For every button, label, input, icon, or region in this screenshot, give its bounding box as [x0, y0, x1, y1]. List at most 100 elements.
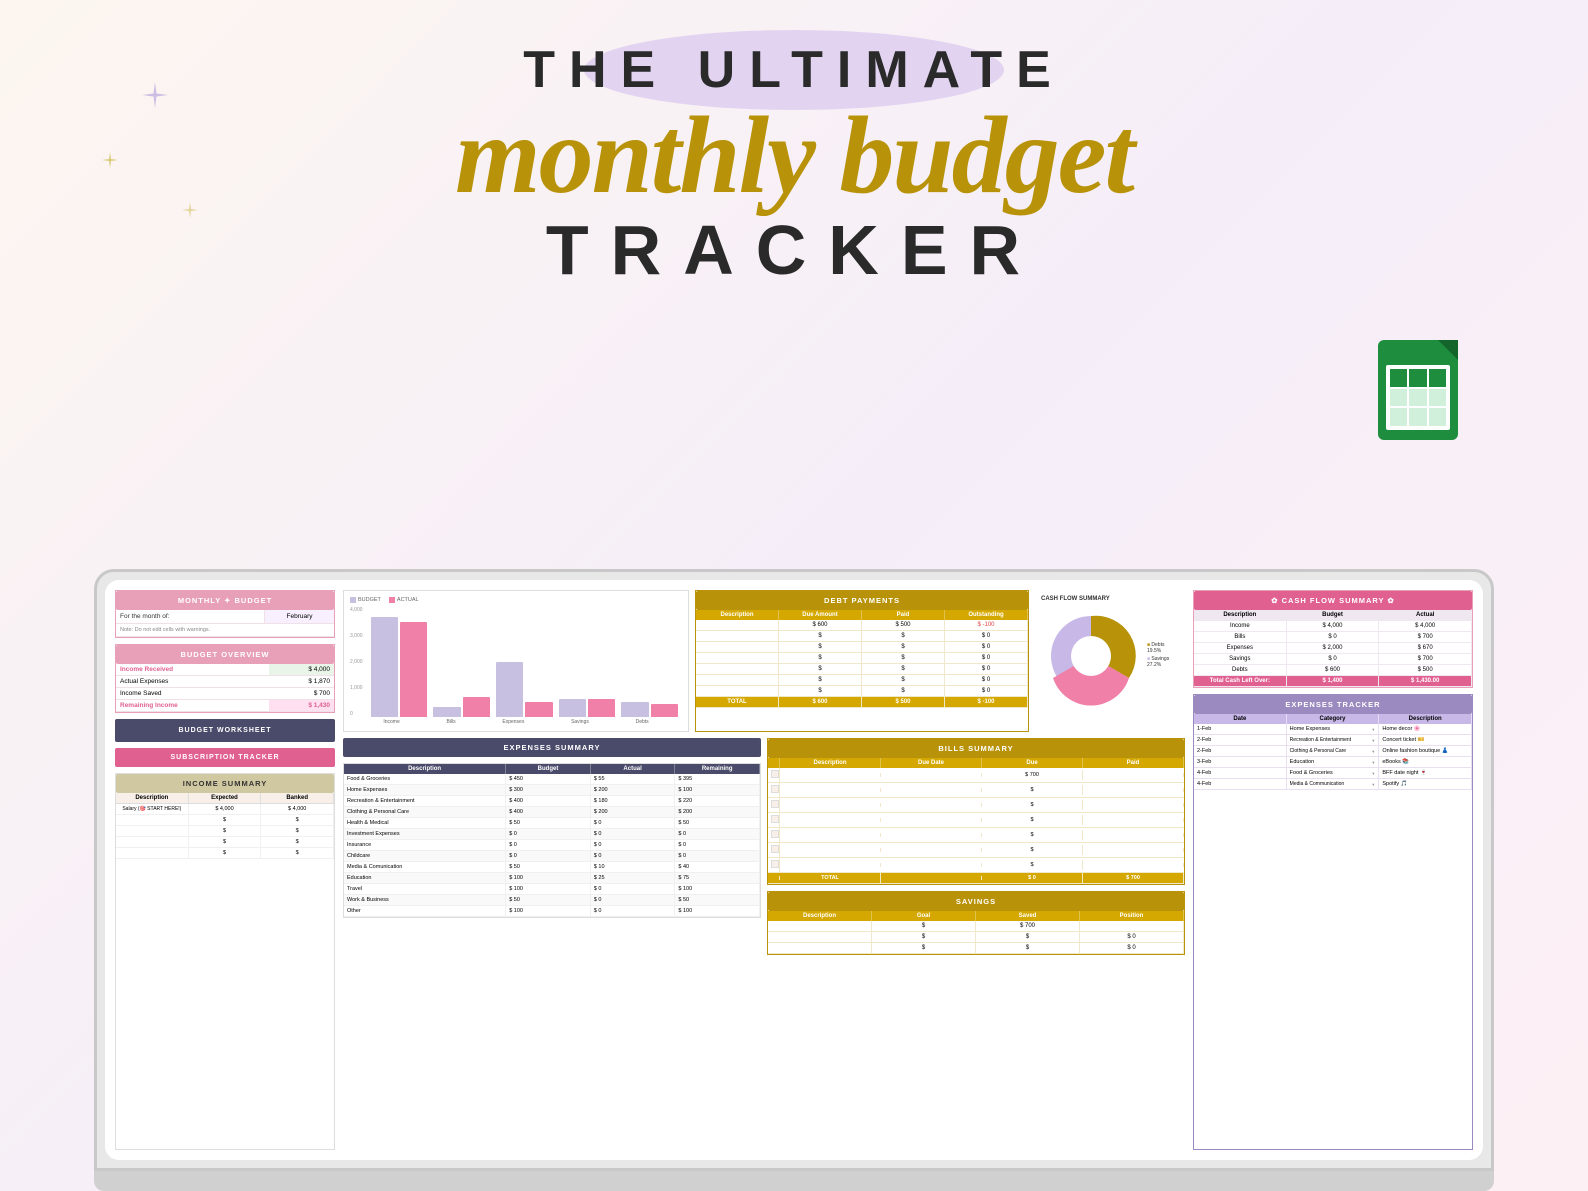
is-r5-desc	[116, 848, 189, 858]
checkbox-7[interactable]	[771, 860, 779, 868]
sav-r3-goal: $	[872, 943, 976, 953]
bills-r7-duedate	[881, 863, 982, 867]
cf-bills-desc: Bills	[1194, 632, 1287, 642]
es-r3-remaining: $ 220	[675, 796, 760, 806]
es-r9-actual: $ 10	[591, 862, 676, 872]
checkbox-5[interactable]	[771, 830, 779, 838]
debt-row-6: $ $ $ 0	[696, 675, 1028, 686]
es-col-desc: Description	[344, 764, 506, 774]
expenses-summary-header: EXPENSES SUMMARY	[343, 738, 761, 757]
es-r2-desc: Home Expenses	[344, 785, 506, 795]
saved-value: $ 700	[269, 688, 334, 699]
et-col-date: Date	[1194, 714, 1287, 724]
es-row-2: Home Expenses $ 300 $ 200 $ 100	[344, 785, 760, 796]
bar-income	[371, 617, 428, 717]
et-r1-date: 1-Feb	[1194, 724, 1287, 734]
et-r4-cat-value: Education	[1290, 759, 1371, 765]
es-row-1: Food & Groceries $ 450 $ 55 $ 395	[344, 774, 760, 785]
dropdown-arrow-4[interactable]: ▼	[1371, 760, 1375, 765]
debt-r5-desc	[696, 664, 779, 674]
es-r4-desc: Clothing & Personal Care	[344, 807, 506, 817]
et-r4-category: Education ▼	[1287, 757, 1380, 767]
es-r9-budget: $ 50	[506, 862, 591, 872]
es-r6-actual: $ 0	[591, 829, 676, 839]
bills-col-desc: Description	[780, 758, 881, 768]
month-value[interactable]: February	[264, 610, 334, 623]
is-r4-banked: $	[261, 837, 334, 847]
es-col-actual: Actual	[591, 764, 676, 774]
budget-overview-section: BUDGET OVERVIEW Income Received $ 4,000 …	[115, 644, 335, 713]
sav-r2-saved: $	[976, 932, 1080, 942]
es-row-9: Media & Comunication $ 50 $ 10 $ 40	[344, 862, 760, 873]
cf-savings-budget: $ 0	[1287, 654, 1380, 664]
checkbox-4[interactable]	[771, 815, 779, 823]
pie-labels: ■ Debts19.5% ■ Savings27.2%	[1147, 642, 1169, 670]
bills-row-5: $	[768, 828, 1184, 843]
checkbox-2[interactable]	[771, 785, 779, 793]
es-r8-remaining: $ 0	[675, 851, 760, 861]
es-r13-budget: $ 100	[506, 906, 591, 916]
bills-r4-desc	[780, 818, 881, 822]
et-r6-date: 4-Feb	[1194, 779, 1287, 789]
is-r3-banked: $	[261, 826, 334, 836]
et-r6-cat-value: Media & Communication	[1290, 781, 1371, 787]
hero-section: THE ULTIMATE monthly budget TRACKER	[0, 40, 1588, 290]
debt-payments-header: DEBT PAYMENTS	[696, 591, 1028, 610]
es-r2-budget: $ 300	[506, 785, 591, 795]
bo-row-1: Income Received $ 4,000	[116, 664, 334, 676]
sav-r1-goal: $	[872, 921, 976, 931]
es-row-4: Clothing & Personal Care $ 400 $ 200 $ 2…	[344, 807, 760, 818]
dropdown-arrow-2[interactable]: ▼	[1371, 738, 1375, 743]
debt-r7-paid: $	[862, 686, 945, 696]
es-r2-remaining: $ 100	[675, 785, 760, 795]
subscription-tracker-button[interactable]: SUBSCRIPTION TRACKER	[115, 748, 335, 767]
dropdown-arrow-1[interactable]: ▼	[1371, 727, 1375, 732]
es-r8-budget: $ 0	[506, 851, 591, 861]
month-label: For the month of:	[116, 610, 264, 623]
expenses-summary-table: Description Budget Actual Remaining Food…	[343, 763, 761, 918]
checkbox-3[interactable]	[771, 800, 779, 808]
cf-income-actual: $ 4,000	[1379, 621, 1472, 631]
es-r6-budget: $ 0	[506, 829, 591, 839]
pie-chart-svg	[1041, 606, 1141, 706]
dropdown-arrow-3[interactable]: ▼	[1371, 749, 1375, 754]
is-r2-banked: $	[261, 815, 334, 825]
es-col-remaining: Remaining	[675, 764, 760, 774]
sav-col-goal: Goal	[872, 911, 976, 921]
bills-summary-section: BILLS SUMMARY Description Due Date Due P…	[767, 738, 1185, 885]
bills-summary-header: BILLS SUMMARY	[768, 739, 1184, 758]
et-r5-date: 4-Feb	[1194, 768, 1287, 778]
debt-total-outstanding: $ -100	[945, 697, 1028, 707]
bills-col-duedate: Due Date	[881, 758, 982, 768]
monthly-budget-section: MONTHLY ✦ BUDGET For the month of: Febru…	[115, 590, 335, 638]
bar-savings-actual	[588, 699, 615, 717]
et-r5-cat-cell: Food & Groceries ▼	[1290, 770, 1376, 776]
legend-actual-label: ACTUAL	[397, 597, 419, 603]
checkbox-6[interactable]	[771, 845, 779, 853]
es-header: Description Budget Actual Remaining	[344, 764, 760, 774]
bar-bills-actual	[463, 697, 490, 717]
et-r3-desc: Online fashion boutique 👗	[1379, 746, 1472, 756]
debt-payments-section: DEBT PAYMENTS Description Due Amount Pai…	[695, 590, 1029, 732]
dropdown-arrow-6[interactable]: ▼	[1371, 782, 1375, 787]
bills-r5-desc	[780, 833, 881, 837]
es-r5-actual: $ 0	[591, 818, 676, 828]
cf-col-budget: Budget	[1287, 610, 1380, 620]
debt-r1-paid: $ 500	[862, 620, 945, 630]
es-r1-actual: $ 55	[591, 774, 676, 784]
is-salary-banked: $ 4,000	[261, 804, 334, 814]
is-row-5: $ $	[116, 848, 334, 859]
et-r1-category: Home Expenses ▼	[1287, 724, 1380, 734]
debt-r1-desc	[696, 620, 779, 630]
budget-worksheet-button[interactable]: BUDGET WORKSHEET	[115, 719, 335, 742]
savings-header-row: Description Goal Saved Position	[768, 911, 1184, 921]
is-row-4: $ $	[116, 837, 334, 848]
center-bottom-row: EXPENSES SUMMARY Description Budget Actu…	[343, 738, 1185, 955]
dropdown-arrow-5[interactable]: ▼	[1371, 771, 1375, 776]
checkbox-1[interactable]	[771, 770, 779, 778]
note-text: Note: Do not edit cells with warnings.	[116, 624, 334, 636]
bills-r6-due: $	[982, 845, 1083, 855]
bills-r3-due: $	[982, 800, 1083, 810]
right-column: ✿ CASH FLOW SUMMARY ✿ Description Budget…	[1193, 590, 1473, 1150]
es-r4-remaining: $ 200	[675, 807, 760, 817]
